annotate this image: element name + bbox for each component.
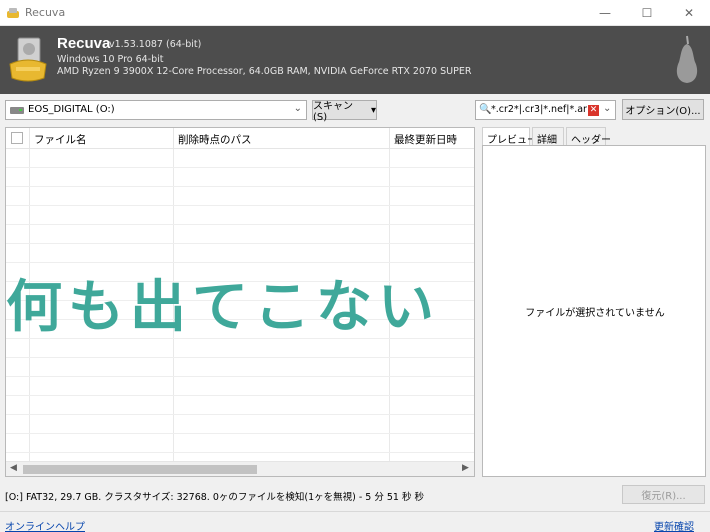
- tab-preview[interactable]: プレビュー: [482, 127, 537, 146]
- overlay-caption: 何も出てこない: [6, 275, 440, 340]
- no-file-selected-message: ファイルが選択されていません: [525, 308, 665, 319]
- minimize-button[interactable]: —: [584, 0, 626, 26]
- drive-icon: [10, 107, 24, 114]
- filter-input[interactable]: 🔍 *.cr2*|.cr3|*.nef|*.arw ✕ ⌄: [475, 100, 616, 120]
- list-header: ファイル名 削除時点のパス 最終更新日時: [6, 128, 474, 149]
- close-button[interactable]: ✕: [668, 0, 710, 26]
- window-title: Recuva: [25, 6, 66, 19]
- os-info: Windows 10 Pro 64-bit: [57, 54, 164, 65]
- filter-text: *.cr2*|.cr3|*.nef|*.arw: [491, 104, 587, 115]
- clear-filter-icon[interactable]: ✕: [588, 105, 599, 116]
- scan-button-label: スキャン(S): [313, 101, 353, 123]
- app-name: Recuva: [57, 35, 111, 52]
- pear-logo-icon: [676, 35, 698, 83]
- recuva-logo-icon: [9, 37, 47, 82]
- recuva-app-icon: [7, 8, 19, 18]
- scrollbar-thumb[interactable]: [23, 465, 257, 474]
- status-text: [O:] FAT32, 29.7 GB. クラスタサイズ: 32768. 0ヶの…: [5, 492, 425, 503]
- app-version: v1.53.1087 (64-bit): [109, 39, 202, 50]
- column-header-filename[interactable]: ファイル名: [30, 128, 174, 149]
- hardware-info: AMD Ryzen 9 3900X 12-Core Processor, 64.…: [57, 66, 472, 77]
- search-icon: 🔍: [479, 104, 492, 115]
- tab-details[interactable]: 詳細: [532, 127, 564, 146]
- title-bar: Recuva — ☐ ✕: [0, 0, 710, 26]
- drive-select[interactable]: EOS_DIGITAL (O:) ⌄: [5, 100, 307, 120]
- select-all-checkbox[interactable]: [11, 132, 23, 144]
- check-updates-link[interactable]: 更新確認: [654, 518, 694, 532]
- footer-bar: オンラインヘルプ 更新確認: [0, 511, 710, 532]
- chevron-down-icon[interactable]: ⌄: [603, 103, 611, 114]
- restore-button[interactable]: 復元(R)...: [622, 485, 705, 504]
- column-header-modified[interactable]: 最終更新日時: [390, 128, 474, 149]
- select-all-column[interactable]: [6, 128, 30, 149]
- chevron-down-icon: ⌄: [293, 103, 302, 114]
- scroll-left-icon[interactable]: ◀: [10, 463, 17, 473]
- horizontal-scrollbar[interactable]: ◀ ▶: [6, 461, 474, 476]
- maximize-button[interactable]: ☐: [626, 0, 668, 26]
- drive-select-value: EOS_DIGITAL (O:): [28, 104, 115, 115]
- preview-pane: ファイルが選択されていません: [482, 145, 706, 477]
- dropdown-arrow-icon: ▾: [370, 104, 376, 116]
- options-button[interactable]: オプション(O)...: [622, 99, 704, 120]
- tab-header[interactable]: ヘッダー: [566, 127, 611, 146]
- app-header: Recuva v1.53.1087 (64-bit) Windows 10 Pr…: [0, 26, 710, 94]
- scroll-right-icon[interactable]: ▶: [462, 463, 469, 473]
- column-header-path[interactable]: 削除時点のパス: [174, 128, 390, 149]
- preview-tabs: プレビュー 詳細 ヘッダー: [482, 127, 706, 146]
- scan-button[interactable]: スキャン(S) ▾: [312, 100, 377, 123]
- online-help-link[interactable]: オンラインヘルプ: [5, 518, 85, 532]
